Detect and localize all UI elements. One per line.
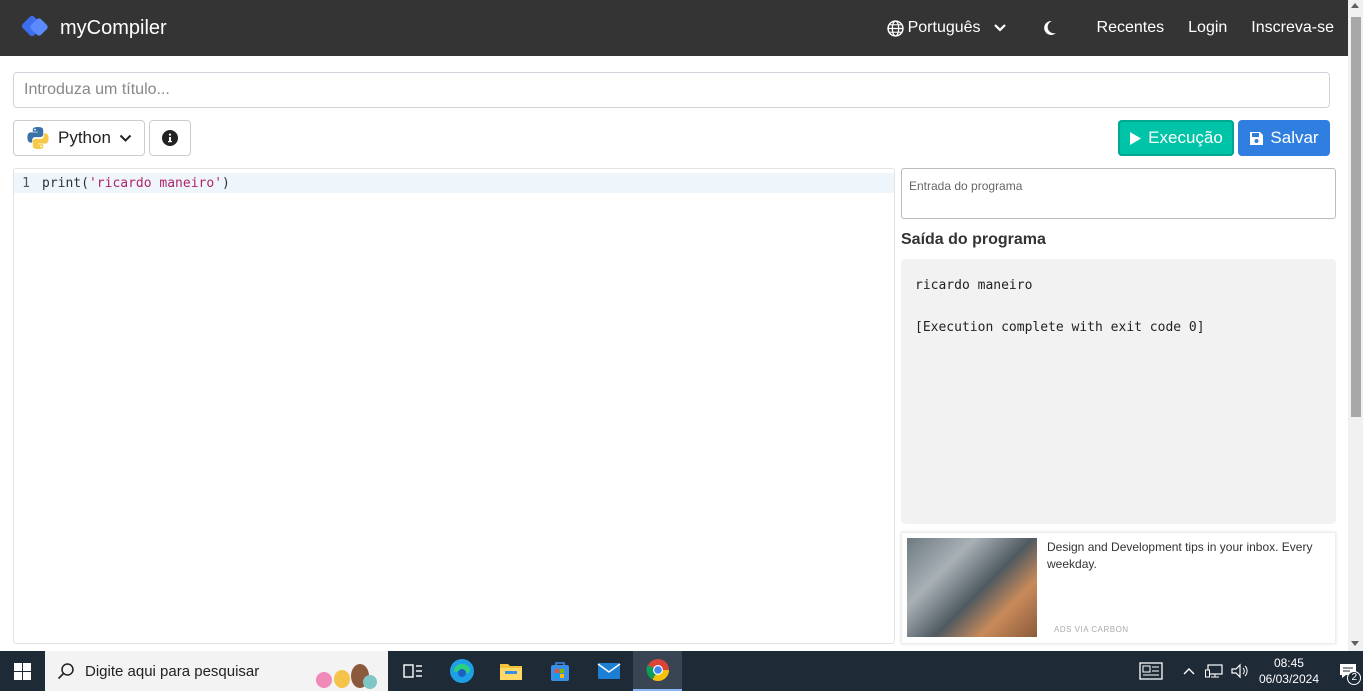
language-dropdown[interactable]: Python bbox=[13, 120, 145, 156]
start-button[interactable] bbox=[0, 651, 45, 691]
output-line: ricardo maneiro bbox=[915, 278, 1033, 293]
line-number: 1 bbox=[22, 175, 30, 191]
chrome-icon bbox=[645, 659, 669, 681]
floppy-disk-icon bbox=[1250, 131, 1264, 145]
code-line[interactable]: 1 print('ricardo maneiro') bbox=[14, 173, 894, 193]
info-icon bbox=[162, 130, 178, 146]
language-dropdown-label: Python bbox=[58, 128, 111, 147]
mail-icon bbox=[597, 663, 620, 679]
python-icon bbox=[27, 127, 49, 149]
ad-via-label[interactable]: ADS VIA CARBON bbox=[1054, 625, 1129, 634]
nav-link-login[interactable]: Login bbox=[1188, 19, 1227, 37]
moon-icon bbox=[1043, 20, 1056, 35]
scroll-down-arrow-icon[interactable] bbox=[1351, 641, 1359, 646]
language-selector[interactable]: Português bbox=[886, 19, 1007, 37]
program-output-panel: ricardo maneiro [Execution complete with… bbox=[901, 259, 1336, 524]
run-button[interactable]: Execução bbox=[1118, 120, 1234, 156]
taskbar-store[interactable] bbox=[535, 651, 584, 691]
ad-image[interactable] bbox=[907, 538, 1037, 637]
output-exit-line: [Execution complete with exit code 0] bbox=[915, 320, 1205, 335]
scrollbar-thumb[interactable] bbox=[1351, 17, 1361, 417]
taskbar-mail[interactable] bbox=[584, 651, 633, 691]
taskbar-edge[interactable] bbox=[437, 651, 486, 691]
save-button[interactable]: Salvar bbox=[1238, 120, 1330, 156]
store-icon bbox=[550, 662, 569, 681]
chevron-down-icon bbox=[119, 134, 132, 142]
page-scrollbar[interactable] bbox=[1348, 0, 1363, 651]
top-navbar: myCompiler Português Recentes Login Insc… bbox=[0, 0, 1348, 56]
ad-text[interactable]: Design and Development tips in your inbo… bbox=[1047, 539, 1327, 573]
code-paren: ) bbox=[222, 175, 230, 191]
clock-time: 08:45 bbox=[1273, 656, 1304, 670]
taskbar-file-explorer[interactable] bbox=[486, 651, 535, 691]
globe-icon bbox=[886, 19, 904, 37]
program-input-field[interactable] bbox=[901, 168, 1336, 219]
brand-name: myCompiler bbox=[60, 16, 167, 39]
program-output-heading: Saída do programa bbox=[901, 231, 1046, 248]
save-button-label: Salvar bbox=[1270, 128, 1319, 147]
play-icon bbox=[1130, 131, 1142, 145]
notification-count-badge: 2 bbox=[1347, 671, 1361, 685]
volume-icon[interactable] bbox=[1231, 663, 1249, 679]
search-icon bbox=[57, 663, 74, 680]
title-input[interactable] bbox=[13, 72, 1330, 108]
task-view-button[interactable] bbox=[388, 651, 437, 691]
notification-center-button[interactable]: 2 bbox=[1333, 651, 1363, 691]
run-button-label: Execução bbox=[1148, 128, 1223, 147]
windows-logo-icon bbox=[14, 662, 31, 680]
news-widget-icon[interactable] bbox=[1139, 662, 1163, 680]
edge-browser-icon bbox=[449, 659, 474, 683]
scroll-up-arrow-icon[interactable] bbox=[1351, 3, 1359, 8]
system-tray: 08:45 06/03/2024 2 bbox=[1139, 651, 1363, 691]
clock-date: 06/03/2024 bbox=[1258, 672, 1319, 686]
nav-link-signup[interactable]: Inscreva-se bbox=[1251, 19, 1334, 37]
dark-mode-toggle[interactable] bbox=[1043, 20, 1057, 36]
chevron-up-icon[interactable] bbox=[1183, 667, 1195, 675]
taskbar-search-placeholder: Digite aqui para pesquisar bbox=[85, 662, 260, 680]
code-string: 'ricardo maneiro' bbox=[88, 175, 223, 191]
taskbar-search[interactable]: Digite aqui para pesquisar bbox=[45, 651, 388, 691]
nav-link-recentes[interactable]: Recentes bbox=[1097, 19, 1165, 37]
code-editor[interactable]: 1 print('ricardo maneiro') bbox=[13, 168, 895, 644]
info-button[interactable] bbox=[149, 120, 191, 156]
mycompiler-logo-icon bbox=[21, 15, 48, 37]
windows-taskbar: Digite aqui para pesquisar 08:45 06/03/2… bbox=[0, 651, 1363, 691]
task-view-icon bbox=[402, 664, 422, 678]
taskbar-clock[interactable]: 08:45 06/03/2024 bbox=[1259, 655, 1319, 687]
code-function: print( bbox=[42, 175, 89, 191]
taskbar-chrome[interactable] bbox=[633, 651, 682, 691]
network-icon[interactable] bbox=[1204, 663, 1223, 679]
language-label: Português bbox=[907, 19, 981, 36]
easter-eggs-icon bbox=[316, 664, 377, 689]
chevron-down-icon bbox=[993, 24, 1006, 32]
folder-icon bbox=[499, 664, 522, 680]
brand[interactable]: myCompiler bbox=[20, 14, 167, 42]
carbon-ad[interactable]: Design and Development tips in your inbo… bbox=[901, 532, 1336, 644]
